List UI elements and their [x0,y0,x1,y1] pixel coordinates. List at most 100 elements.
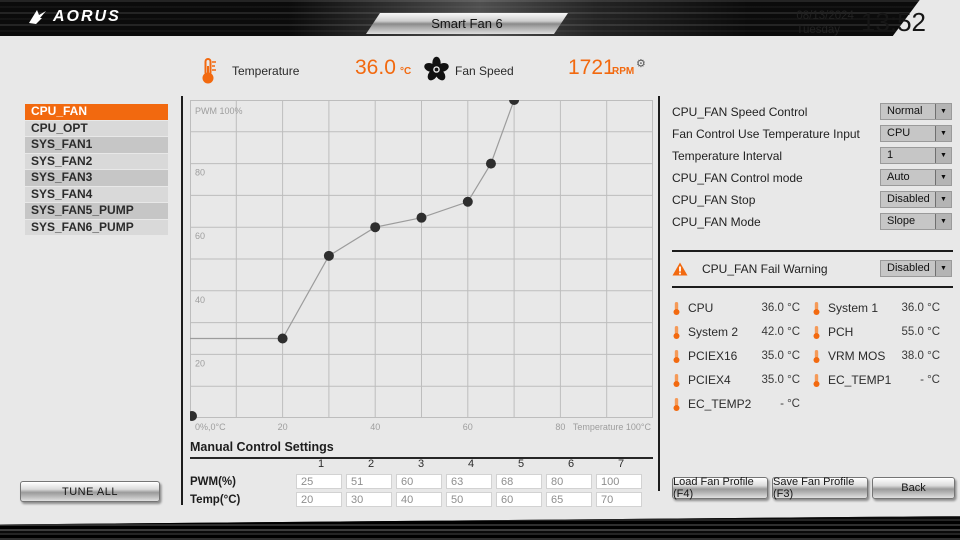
temp-label: PCIEX16 [688,349,737,363]
temp-label: System 1 [828,301,878,315]
pwm-input[interactable]: 51 [346,474,392,489]
setting-label: Fan Control Use Temperature Input [672,127,880,141]
temp-row: 20 30 40 50 60 65 70 [296,492,646,507]
manual-column-headers: 1 2 3 4 5 6 7 [296,458,646,470]
setting-dropdown[interactable]: Normal ▼ [880,103,952,120]
svg-text:40: 40 [370,422,380,432]
temp-label: System 2 [688,325,738,339]
svg-text:PWM 100%: PWM 100% [195,106,243,116]
chevron-down-icon[interactable]: ▼ [935,192,951,207]
temp-label: VRM MOS [828,349,885,363]
thermometer-mini-icon [812,349,821,364]
manual-control-title: Manual Control Settings [190,440,653,459]
temperature-value: 36.0 [355,56,396,80]
chevron-down-icon[interactable]: ▼ [935,261,951,276]
tune-all-button[interactable]: TUNE ALL [20,481,160,502]
chevron-down-icon[interactable]: ▼ [935,214,951,229]
fan-list-item[interactable]: SYS_FAN2 [25,154,168,170]
logo-text: AORUS [53,8,121,26]
date-text: 08/13/2024 [796,9,854,23]
pwm-input[interactable]: 80 [546,474,592,489]
dropdown-value: Auto [881,170,935,185]
setting-row: CPU_FAN Mode Slope ▼ [672,213,952,230]
thermometer-icon [198,56,218,86]
fan-list-item[interactable]: CPU_FAN [25,104,168,120]
pwm-input[interactable]: 100 [596,474,642,489]
fan-speed-label: Fan Speed [455,64,514,78]
setting-row: Fan Control Use Temperature Input CPU ▼ [672,125,952,142]
fan-list-item[interactable]: SYS_FAN3 [25,170,168,186]
temp-reading: EC_TEMP2 - °C [672,392,812,416]
temp-value: 36.0 °C [762,302,812,314]
setting-label: CPU_FAN Stop [672,193,880,207]
load-fan-profile-button[interactable]: Load Fan Profile (F4) [672,477,768,499]
fail-warning-row: CPU_FAN Fail Warning Disabled ▼ [672,260,952,277]
pwm-input[interactable]: 63 [446,474,492,489]
svg-text:20: 20 [195,358,205,368]
fan-list-item[interactable]: SYS_FAN5_PUMP [25,203,168,219]
fan-curve-chart[interactable]: PWM 100%806040200%,0°C20406080Temperatur… [190,100,653,436]
left-divider [181,96,183,505]
column-header: 6 [546,458,596,470]
temp-label: EC_TEMP1 [828,373,891,387]
pwm-input[interactable]: 25 [296,474,342,489]
temp-reading: System 1 36.0 °C [812,296,952,320]
separator [672,250,953,252]
save-fan-profile-button[interactable]: Save Fan Profile (F3) [772,477,868,499]
fan-list-item[interactable]: CPU_OPT [25,121,168,137]
temp-input[interactable]: 50 [446,492,492,507]
pwm-input[interactable]: 60 [396,474,442,489]
temp-label: PCIEX4 [688,373,731,387]
status-row: Temperature 36.0 °C Fan Speed 1721 RPM ⚙ [0,50,960,92]
setting-dropdown[interactable]: Slope ▼ [880,213,952,230]
dropdown-value: Disabled [881,261,935,276]
setting-dropdown[interactable]: Disabled ▼ [880,191,952,208]
setting-dropdown[interactable]: 1 ▼ [880,147,952,164]
separator [672,286,953,288]
chevron-down-icon[interactable]: ▼ [935,126,951,141]
temp-input[interactable]: 70 [596,492,642,507]
dropdown-value: 1 [881,148,935,163]
temp-reading: PCIEX4 35.0 °C [672,368,812,392]
setting-dropdown[interactable]: Auto ▼ [880,169,952,186]
chevron-down-icon[interactable]: ▼ [935,104,951,119]
temp-row-label: Temp(°C) [190,494,240,506]
temp-input[interactable]: 40 [396,492,442,507]
back-button[interactable]: Back [872,477,955,499]
temp-value: 38.0 °C [902,350,952,362]
temp-value: - °C [780,398,812,410]
column-header: 5 [496,458,546,470]
aorus-logo: AORUS [28,8,121,26]
weekday-text: Tuesday [796,23,854,37]
setting-dropdown[interactable]: CPU ▼ [880,125,952,142]
thermometer-mini-icon [812,373,821,388]
temp-input[interactable]: 60 [496,492,542,507]
temp-input[interactable]: 30 [346,492,392,507]
fan-curve-svg: PWM 100%806040200%,0°C20406080Temperatur… [190,100,653,436]
temp-input[interactable]: 20 [296,492,342,507]
temp-label: PCH [828,325,853,339]
thermometer-mini-icon [672,301,681,316]
temp-reading: System 2 42.0 °C [672,320,812,344]
svg-text:60: 60 [195,231,205,241]
fan-list-item[interactable]: SYS_FAN1 [25,137,168,153]
temp-label: EC_TEMP2 [688,397,751,411]
fan-speed-value: 1721 [568,56,615,80]
setting-row: CPU_FAN Control mode Auto ▼ [672,169,952,186]
temp-value: - °C [920,374,952,386]
temp-input[interactable]: 65 [546,492,592,507]
column-header: 2 [346,458,396,470]
fail-warning-dropdown[interactable]: Disabled ▼ [880,260,952,277]
chevron-down-icon[interactable]: ▼ [935,170,951,185]
column-header: 4 [446,458,496,470]
dropdown-value: Disabled [881,192,935,207]
temp-label: CPU [688,301,713,315]
falcon-icon [28,8,48,26]
chevron-down-icon[interactable]: ▼ [935,148,951,163]
pwm-input[interactable]: 68 [496,474,542,489]
fan-list-item[interactable]: SYS_FAN6_PUMP [25,220,168,236]
time-text: 13:52 [861,7,926,38]
dropdown-value: Normal [881,104,935,119]
gear-icon[interactable]: ⚙ [636,57,646,70]
fan-list-item[interactable]: SYS_FAN4 [25,187,168,203]
